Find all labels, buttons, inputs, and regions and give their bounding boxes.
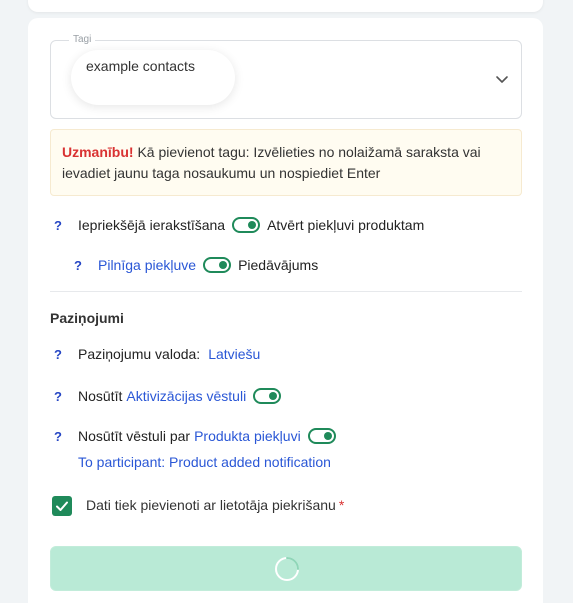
tags-select[interactable]: Tagi example contacts bbox=[50, 34, 522, 119]
tag-chip-label: example contacts bbox=[86, 58, 195, 74]
toggle-knob bbox=[269, 392, 278, 400]
help-icon[interactable]: ? bbox=[54, 389, 74, 404]
check-icon bbox=[56, 501, 68, 511]
help-icon[interactable]: ? bbox=[54, 347, 74, 362]
chevron-down-icon[interactable] bbox=[495, 72, 509, 86]
access-toggle[interactable] bbox=[232, 217, 261, 233]
language-link[interactable]: Latviešu bbox=[208, 346, 260, 362]
offer-label: Piedāvājums bbox=[238, 257, 319, 273]
toggle-knob bbox=[323, 432, 332, 440]
spinner-icon bbox=[275, 557, 299, 581]
alert-warning-label: Uzmanību! bbox=[62, 144, 134, 160]
participant-notification-link[interactable]: To participant: Product added notificati… bbox=[78, 454, 331, 470]
product-access-row: ? Nosūtīt vēstuli par Produkta piekļuvi bbox=[54, 428, 343, 444]
toggle-knob bbox=[248, 221, 257, 229]
activation-toggle[interactable] bbox=[253, 388, 282, 404]
help-icon[interactable]: ? bbox=[74, 258, 94, 273]
product-access-toggle[interactable] bbox=[307, 428, 336, 444]
help-icon[interactable]: ? bbox=[54, 429, 74, 444]
activation-letter-link[interactable]: Aktivizācijas vēstuli bbox=[126, 388, 246, 404]
submit-button[interactable] bbox=[50, 546, 522, 591]
toggle-knob bbox=[219, 261, 228, 269]
form-card: Tagi example contacts Uzmanību! Kā pievi… bbox=[28, 18, 543, 603]
open-access-label: Atvērt piekļuvi produktam bbox=[267, 217, 425, 233]
preorder-label: Iepriekšējā ierakstīšana bbox=[78, 217, 226, 233]
tag-chip[interactable]: example contacts bbox=[71, 50, 235, 105]
help-icon[interactable]: ? bbox=[54, 218, 74, 233]
tag-help-alert: Uzmanību! Kā pievienot tagu: Izvēlieties… bbox=[50, 129, 522, 196]
language-label: Paziņojumu valoda: bbox=[78, 346, 201, 362]
tags-legend: Tagi bbox=[69, 34, 96, 45]
notifications-title: Paziņojumi bbox=[50, 310, 124, 326]
full-access-link[interactable]: Pilnīga piekļuve bbox=[98, 257, 196, 273]
participant-row: To participant: Product added notificati… bbox=[78, 454, 331, 470]
full-access-row: ? Pilnīga piekļuve Piedāvājums bbox=[74, 257, 318, 273]
activation-row: ? Nosūtīt Aktivizācijas vēstuli bbox=[54, 388, 288, 404]
product-access-link[interactable]: Produkta piekļuvi bbox=[194, 428, 301, 444]
consent-checkbox[interactable] bbox=[52, 496, 72, 516]
preorder-row: ? Iepriekšējā ierakstīšana Atvērt piekļu… bbox=[54, 217, 424, 233]
required-mark: * bbox=[338, 497, 345, 513]
notification-language-row: ? Paziņojumu valoda: Latviešu bbox=[54, 346, 260, 362]
consent-text: Dati tiek pievienoti ar lietotāja piekri… bbox=[86, 497, 336, 513]
offer-toggle[interactable] bbox=[203, 257, 232, 273]
previous-card-edge bbox=[28, 0, 543, 12]
send-letter-label: Nosūtīt vēstuli par bbox=[78, 428, 191, 444]
section-divider bbox=[50, 291, 522, 292]
consent-label: Dati tiek pievienoti ar lietotāja piekri… bbox=[86, 497, 344, 513]
send-label: Nosūtīt bbox=[78, 388, 123, 404]
